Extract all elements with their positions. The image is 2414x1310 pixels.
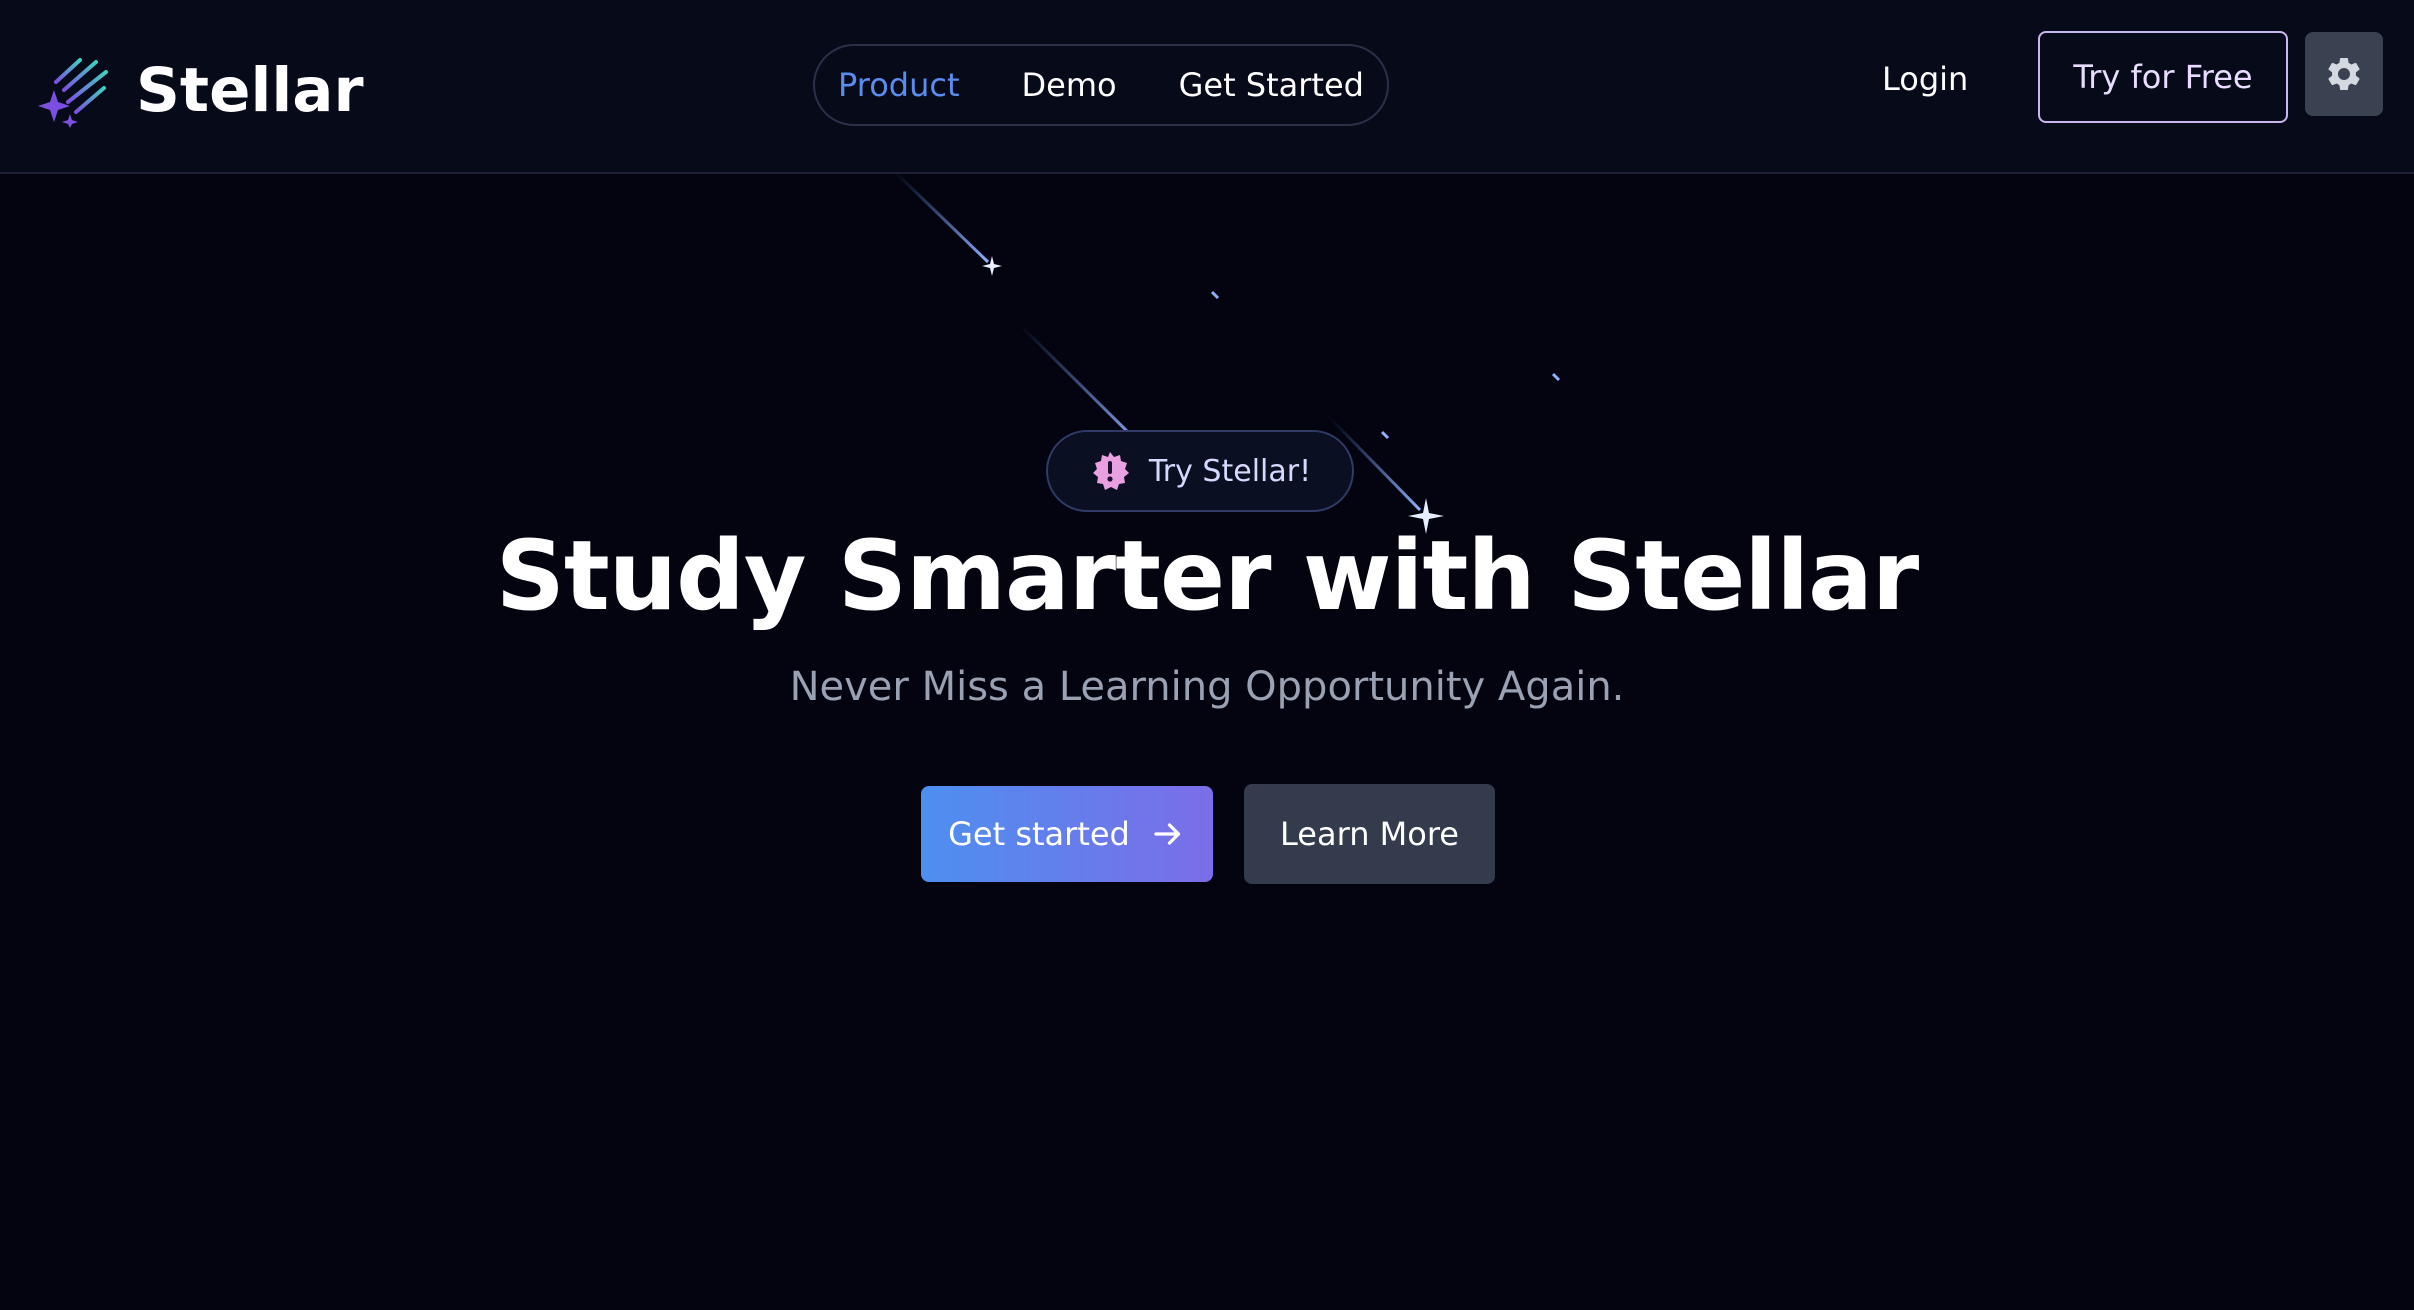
- main-nav: Product Demo Get Started: [813, 44, 1389, 126]
- try-for-free-button[interactable]: Try for Free: [2038, 31, 2288, 123]
- hero-subtitle: Never Miss a Learning Opportunity Again.: [789, 664, 1625, 710]
- hero-title: Study Smarter with Stellar: [495, 520, 1919, 632]
- gear-icon: [2328, 58, 2360, 90]
- landing-page: Stellar Product Demo Get Started Login T…: [0, 0, 2414, 1310]
- get-started-button[interactable]: Get started: [921, 786, 1213, 882]
- brand-logo-link[interactable]: Stellar: [34, 50, 364, 130]
- nav-link-demo[interactable]: Demo: [1022, 66, 1117, 104]
- nav-link-product[interactable]: Product: [838, 66, 960, 104]
- get-started-label: Get started: [948, 815, 1130, 853]
- learn-more-button[interactable]: Learn More: [1244, 784, 1495, 884]
- brand-name: Stellar: [136, 54, 364, 126]
- badge-label: Try Stellar!: [1148, 453, 1312, 489]
- learn-more-label: Learn More: [1280, 815, 1459, 853]
- shooting-stars-logo-icon: [38, 58, 108, 128]
- login-link[interactable]: Login: [1882, 54, 1968, 104]
- try-stellar-badge[interactable]: Try Stellar!: [1046, 430, 1354, 512]
- settings-button[interactable]: [2305, 32, 2383, 116]
- nav-link-get-started[interactable]: Get Started: [1179, 66, 1364, 104]
- arrow-right-icon: [1154, 823, 1181, 845]
- shooting-stars-background: [893, 170, 1561, 534]
- try-for-free-label: Try for Free: [2073, 58, 2253, 96]
- alert-badge-icon: [1092, 452, 1129, 490]
- top-navbar: Stellar Product Demo Get Started Login T…: [0, 0, 2414, 174]
